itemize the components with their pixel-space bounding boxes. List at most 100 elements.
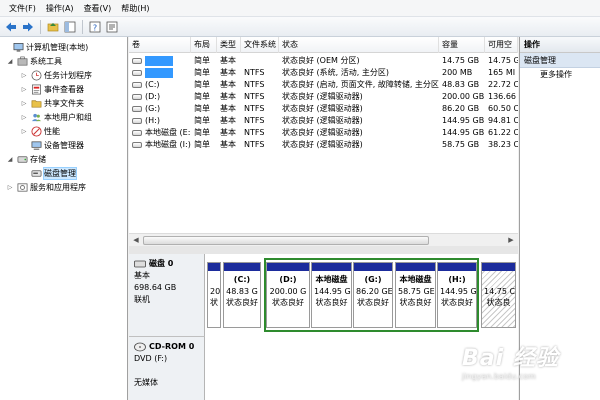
partition-size: 14.75 C <box>484 287 515 296</box>
tree-item-task-scheduler[interactable]: ▷ 任务计划程序 <box>20 68 92 82</box>
cell-layout: 简单 <box>194 140 210 149</box>
tree-item-root[interactable]: 计算机管理(本地) <box>2 40 88 54</box>
performance-icon <box>30 125 42 137</box>
up-folder-icon[interactable] <box>46 20 60 34</box>
expand-icon[interactable]: ▷ <box>20 86 28 93</box>
tree-item-local-users[interactable]: ▷ 本地用户和组 <box>20 110 92 124</box>
shared-folder-icon <box>30 97 42 109</box>
tree-item-device-manager[interactable]: 设备管理器 <box>20 138 84 152</box>
col-free[interactable]: 可用空 <box>485 37 518 53</box>
partition-block[interactable]: (D:) 200.00 G 状态良好 <box>266 262 310 328</box>
cell-free: 94.81 C <box>488 116 518 125</box>
volume-icon <box>132 105 142 112</box>
cell-capacity: 200.00 GB <box>442 92 485 101</box>
cell-name: 本地磁盘 (I:) <box>129 139 191 151</box>
col-filesystem[interactable]: 文件系统 <box>241 37 279 53</box>
cell-fs: NTFS <box>244 140 265 149</box>
tree-item-event-viewer[interactable]: ▷ 事件查看器 <box>20 82 84 96</box>
volume-row[interactable]: (H:) 简单 基本 NTFS 状态良好 (逻辑驱动器) 144.95 GB 94.81 C <box>129 115 518 127</box>
col-type[interactable]: 类型 <box>217 37 241 53</box>
partition-block[interactable]: 本地磁盘 144.95 G 状态良好 <box>311 262 352 328</box>
cell-free: 165 MI <box>488 68 516 77</box>
disk0-title: 磁盘 0 <box>149 259 174 268</box>
cell-type: 基本 <box>220 56 236 65</box>
help-icon[interactable]: ? <box>88 20 102 34</box>
expand-icon[interactable]: ▷ <box>20 100 28 107</box>
cell-fs <box>241 55 279 67</box>
horizontal-scrollbar[interactable]: ◀ ▶ <box>129 233 518 246</box>
volume-row[interactable]: (C:) 简单 基本 NTFS 状态良好 (启动, 页面文件, 故障转储, 主分区) 48… <box>129 79 518 91</box>
volume-row[interactable]: 简单 基本 状态良好 (OEM 分区) 14.75 GB 14.75 G <box>129 55 518 67</box>
partition-block[interactable]: (C:) 48.83 G 状态良好 <box>223 262 261 328</box>
partition-block[interactable]: 20 状 <box>207 262 221 328</box>
collapse-icon[interactable]: ◢ <box>6 58 14 65</box>
actions-section-disk-management[interactable]: 磁盘管理 <box>520 53 600 68</box>
partition-block[interactable]: (H:) 144.95 G 状态良好 <box>437 262 477 328</box>
console-tree-icon[interactable] <box>63 20 77 34</box>
volume-row[interactable]: 本地磁盘 (E:) 简单 基本 NTFS 状态良好 (逻辑驱动器) 144.95 GB 61… <box>129 127 518 139</box>
tree-item-shared-folders[interactable]: ▷ 共享文件夹 <box>20 96 84 110</box>
cell-capacity: 144.95 GB <box>442 128 485 137</box>
scroll-thumb[interactable] <box>143 236 429 245</box>
tree-item-disk-management[interactable]: 磁盘管理 <box>20 166 77 180</box>
storage-icon <box>16 153 28 165</box>
menu-help[interactable]: 帮助(H) <box>116 0 154 17</box>
partition-label: 本地磁盘 <box>315 275 348 284</box>
cell-fs: NTFS <box>244 104 265 113</box>
partition-size: 86.20 GE <box>356 287 392 296</box>
volume-row[interactable]: (G:) 简单 基本 NTFS 状态良好 (逻辑驱动器) 86.20 GB 60.50 C <box>129 103 518 115</box>
back-arrow-icon[interactable] <box>4 20 18 34</box>
tree-item-services[interactable]: ▷ 服务和应用程序 <box>6 180 86 194</box>
cell-name: 本地磁盘 (E:) <box>129 127 191 139</box>
cell-capacity: 48.83 GB <box>442 80 480 89</box>
partition-size: 144.95 G <box>314 287 351 296</box>
expand-icon[interactable]: ▷ <box>20 128 28 135</box>
cell-fs: NTFS <box>244 116 265 125</box>
properties-icon[interactable] <box>105 20 119 34</box>
partition-block[interactable]: 14.75 C 状态良 <box>481 262 516 328</box>
volume-row[interactable]: (D:) 简单 基本 NTFS 状态良好 (逻辑驱动器) 200.00 GB 136.66 <box>129 91 518 103</box>
partition-bar <box>438 263 476 271</box>
partition-status: 状态良好 <box>357 298 389 307</box>
cell-free: 22.72 C <box>488 80 518 89</box>
expand-icon[interactable]: ▷ <box>20 114 28 121</box>
cdrom-state: 无媒体 <box>134 378 158 387</box>
col-volume[interactable]: 卷 <box>129 37 191 53</box>
scroll-right-icon[interactable]: ▶ <box>505 235 517 246</box>
partition-bar <box>312 263 351 271</box>
disk0-state: 联机 <box>134 295 150 304</box>
partition-block[interactable]: 本地磁盘 58.75 GE 状态良好 <box>395 262 436 328</box>
tree-item-storage[interactable]: ◢ 存储 <box>6 152 46 166</box>
cell-fs: NTFS <box>244 92 265 101</box>
col-capacity[interactable]: 容量 <box>439 37 485 53</box>
tree-item-system-tools[interactable]: ◢ 系统工具 <box>6 54 62 68</box>
volume-row[interactable]: 简单 基本 NTFS 状态良好 (系统, 活动, 主分区) 200 MB 165 MI <box>129 67 518 79</box>
more-actions-link[interactable]: 更多操作 <box>520 68 600 82</box>
partition-block[interactable]: (G:) 86.20 GE 状态良好 <box>353 262 393 328</box>
menu-action[interactable]: 操作(A) <box>41 0 79 17</box>
cdrom-info[interactable]: CD-ROM 0 DVD (F:) 无媒体 <box>129 336 205 400</box>
partition-size: 20 <box>210 287 220 296</box>
cell-free: 61.22 C <box>488 128 518 137</box>
splitter[interactable] <box>129 246 518 254</box>
col-status[interactable]: 状态 <box>279 37 439 53</box>
cdrom-icon <box>134 342 146 352</box>
tree-item-performance[interactable]: ▷ 性能 <box>20 124 60 138</box>
scroll-left-icon[interactable]: ◀ <box>130 235 142 246</box>
col-layout[interactable]: 布局 <box>191 37 217 53</box>
forward-arrow-icon[interactable] <box>21 20 35 34</box>
partition-status: 状态良好 <box>272 298 304 307</box>
expand-icon[interactable]: ▷ <box>6 184 14 191</box>
menu-file[interactable]: 文件(F) <box>4 0 41 17</box>
disk0-type: 基本 <box>134 271 150 280</box>
users-icon <box>30 111 42 123</box>
collapse-icon[interactable]: ◢ <box>6 156 14 163</box>
cell-capacity: 200 MB <box>442 68 473 77</box>
volume-row[interactable]: 本地磁盘 (I:) 简单 基本 NTFS 状态良好 (逻辑驱动器) 58.75 GB 38.… <box>129 139 518 151</box>
computer-icon <box>12 41 24 53</box>
watermark-url: jingyan.baidu.com <box>462 372 536 381</box>
partition-bar <box>267 263 309 271</box>
expand-icon[interactable]: ▷ <box>20 72 28 79</box>
menu-view[interactable]: 查看(V) <box>79 0 117 17</box>
disk0-info[interactable]: 磁盘 0 基本 698.64 GB 联机 <box>129 254 205 336</box>
